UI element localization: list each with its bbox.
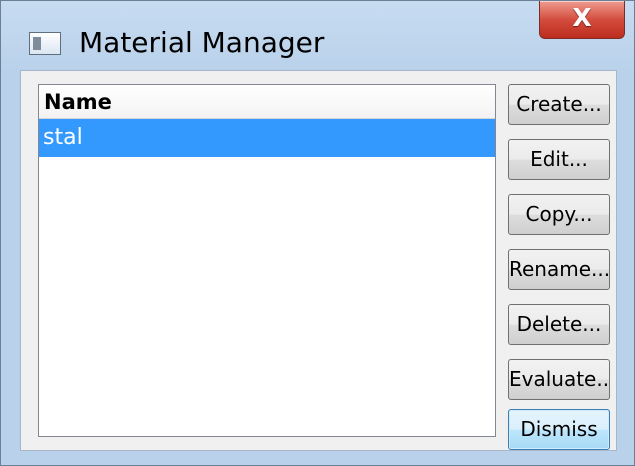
delete-button[interactable]: Delete... <box>508 304 610 345</box>
window-title: Material Manager <box>79 26 325 59</box>
dialog-content: Name stal Create... Edit... Copy... Rena… <box>20 70 617 451</box>
title-bar[interactable]: Material Manager X <box>1 1 634 71</box>
name-column-label: Name <box>44 90 112 114</box>
list-item-stal[interactable]: stal <box>39 119 495 157</box>
copy-button[interactable]: Copy... <box>508 194 610 235</box>
rename-button[interactable]: Rename... <box>508 249 610 290</box>
edit-button[interactable]: Edit... <box>508 139 610 180</box>
create-button[interactable]: Create... <box>508 84 610 125</box>
dismiss-button[interactable]: Dismiss <box>508 409 610 450</box>
list-item-label: stal <box>43 125 83 150</box>
materials-list[interactable]: Name stal <box>38 84 496 437</box>
evaluate-button[interactable]: Evaluate... <box>508 359 610 400</box>
material-manager-window: Material Manager X Name stal Create... E… <box>0 0 635 466</box>
window-app-icon <box>29 32 61 55</box>
name-column-header[interactable]: Name <box>39 85 495 119</box>
close-button[interactable]: X <box>539 1 625 39</box>
close-icon: X <box>572 3 592 32</box>
